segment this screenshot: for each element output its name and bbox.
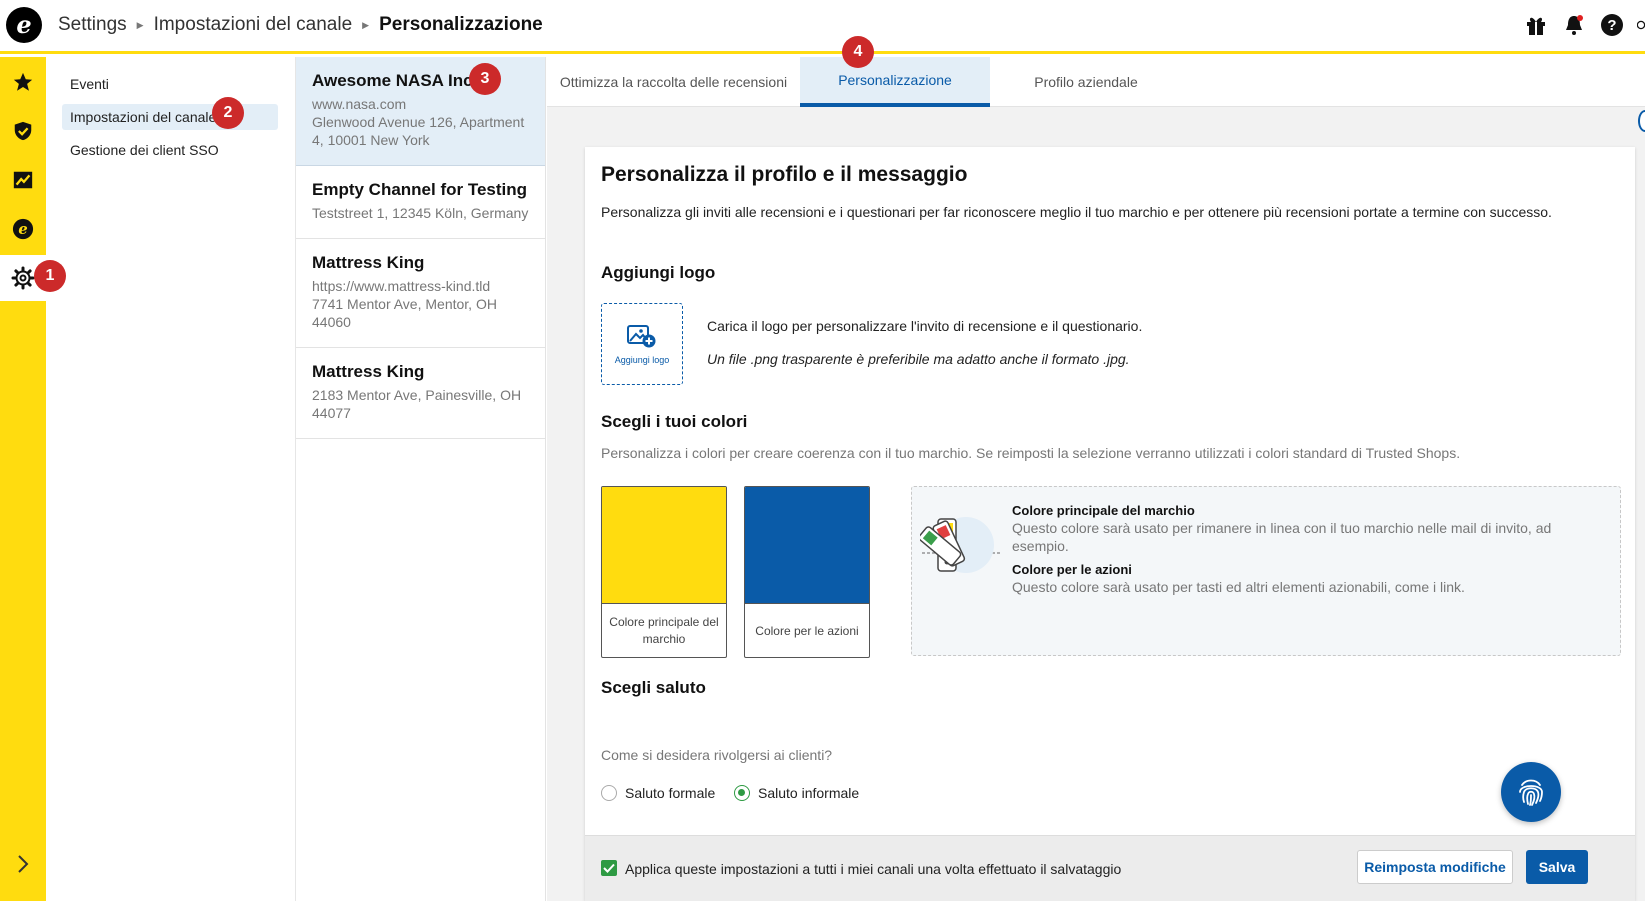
add-logo-button-label: Aggiungi logo xyxy=(614,355,670,365)
gift-icon[interactable] xyxy=(1523,12,1549,38)
breadcrumb-settings[interactable]: Settings xyxy=(58,14,127,36)
rail-expand-button[interactable] xyxy=(8,849,38,879)
fingerprint-icon xyxy=(1519,779,1543,806)
help-icon[interactable]: ? xyxy=(1599,12,1625,38)
bell-icon[interactable] xyxy=(1561,12,1587,38)
step-badge-1: 1 xyxy=(34,260,66,292)
gear-icon xyxy=(11,266,35,290)
nav-item-sso-clients[interactable]: Gestione dei client SSO xyxy=(62,137,278,163)
colors-info-box: Colore principale del marchio Questo col… xyxy=(911,486,1621,656)
breadcrumb: Settings ▶ Impostazioni del canale ▶ Per… xyxy=(58,14,543,36)
top-actions: ? xyxy=(1523,12,1645,38)
brand-color-swatch xyxy=(602,487,726,604)
edge-control[interactable] xyxy=(1638,110,1645,132)
e-icon: e xyxy=(12,218,34,240)
etrusted-logo[interactable]: e xyxy=(6,7,42,43)
logo-upload-hint: Un file .png trasparente è preferibile m… xyxy=(707,351,1130,367)
action-color-picker[interactable]: Colore per le azioni xyxy=(744,486,870,658)
apply-all-checkbox[interactable] xyxy=(601,860,617,876)
apply-all-label[interactable]: Applica queste impostazioni a tutti i mi… xyxy=(625,861,1121,877)
breadcrumb-channel-settings[interactable]: Impostazioni del canale xyxy=(154,14,353,36)
channel-address: 44060 xyxy=(312,314,351,330)
channel-address: 2183 Mentor Ave, Painesville, OH xyxy=(312,387,522,403)
save-bar: Applica queste impostazioni a tutti i mi… xyxy=(585,835,1635,901)
brand-color-info-text: Questo colore sarà usato per rimanere in… xyxy=(1012,520,1552,554)
breadcrumb-current: Personalizzazione xyxy=(379,14,543,35)
star-icon xyxy=(13,72,33,91)
fingerprint-widget-button[interactable] xyxy=(1501,762,1561,822)
brand-color-label: Colore principale del marchio xyxy=(609,615,719,646)
check-icon xyxy=(603,863,615,873)
nav-item-eventi[interactable]: Eventi xyxy=(62,71,278,97)
reset-changes-button[interactable]: Reimposta modifiche xyxy=(1357,850,1513,884)
save-button[interactable]: Salva xyxy=(1526,850,1588,884)
brand-color-info-heading: Colore principale del marchio xyxy=(1012,503,1195,518)
step-badge-2: 2 xyxy=(212,97,244,129)
shield-check-icon xyxy=(14,121,32,141)
step-badge-4: 4 xyxy=(842,36,874,68)
greeting-informal-label: Saluto informale xyxy=(758,785,860,801)
greeting-question: Come si desidera rivolgersi ai clienti? xyxy=(601,747,833,763)
tab-personalization[interactable]: Personalizzazione xyxy=(800,57,990,107)
channel-name: Mattress King xyxy=(312,253,425,272)
settings-nav: Eventi Impostazioni del canale Gestione … xyxy=(46,57,296,901)
channel-item[interactable]: Awesome NASA Inc. www.nasa.com Glenwood … xyxy=(296,57,545,166)
tab-optimize-reviews[interactable]: Ottimizza la raccolta delle recensioni xyxy=(547,57,800,107)
greeting-section-title: Scegli saluto xyxy=(601,678,706,697)
chart-icon xyxy=(13,171,33,189)
action-color-swatch xyxy=(745,487,869,604)
channel-item[interactable]: Mattress King https://www.mattress-kind.… xyxy=(296,239,545,348)
channel-item[interactable]: Mattress King 2183 Mentor Ave, Painesvil… xyxy=(296,348,545,439)
channel-url: https://www.mattress-kind.tld xyxy=(312,278,491,294)
breadcrumb-separator-icon: ▶ xyxy=(136,19,144,30)
greeting-informal-option[interactable]: Saluto informale xyxy=(734,785,859,801)
channel-address: Teststreet 1, 12345 Köln, Germany xyxy=(312,205,529,221)
rail-insights[interactable] xyxy=(0,157,46,203)
nav-item-channel-settings[interactable]: Impostazioni del canale xyxy=(62,104,278,130)
channel-url: www.nasa.com xyxy=(312,96,407,112)
rail-reviews[interactable] xyxy=(0,59,46,105)
rail-trustmark[interactable] xyxy=(0,108,46,154)
page-intro: Personalizza gli inviti alle recensioni … xyxy=(601,204,1552,220)
action-color-info-text: Questo colore sarà usato per tasti ed al… xyxy=(1012,579,1465,595)
greeting-formal-label: Saluto formale xyxy=(625,785,716,801)
svg-text:?: ? xyxy=(1607,17,1616,34)
breadcrumb-separator-icon: ▶ xyxy=(362,19,370,30)
greeting-formal-option[interactable]: Saluto formale xyxy=(601,785,715,801)
greeting-formal-radio[interactable] xyxy=(601,785,617,801)
tab-company-profile[interactable]: Profilo aziendale xyxy=(990,57,1182,107)
personalization-card: Personalizza il profilo e il messaggio P… xyxy=(585,147,1635,901)
colors-section-title: Scegli i tuoi colori xyxy=(601,412,748,431)
brand-color-picker[interactable]: Colore principale del marchio xyxy=(601,486,727,658)
channel-name: Mattress King xyxy=(312,362,425,381)
rail-etrusted[interactable]: e xyxy=(0,206,46,252)
add-logo-button[interactable]: Aggiungi logo xyxy=(601,303,683,385)
logo-section-title: Aggiungi logo xyxy=(601,263,716,282)
colors-description: Personalizza i colori per creare coerenz… xyxy=(601,445,1461,461)
avatar[interactable] xyxy=(1637,12,1645,38)
channel-address: Glenwood Avenue 126, Apartment xyxy=(312,114,525,130)
channel-name: Empty Channel for Testing xyxy=(312,180,528,199)
channel-address: 7741 Mentor Ave, Mentor, OH xyxy=(312,296,497,312)
main-content: Personalizza il profilo e il messaggio P… xyxy=(547,107,1645,901)
color-palette-icon xyxy=(920,517,1002,573)
action-color-label: Colore per le azioni xyxy=(755,623,859,638)
top-bar: e Settings ▶ Impostazioni del canale ▶ P… xyxy=(0,0,1645,54)
image-plus-icon xyxy=(627,325,656,348)
channel-list: Awesome NASA Inc. www.nasa.com Glenwood … xyxy=(296,57,546,901)
tab-bar: Ottimizza la raccolta delle recensioni P… xyxy=(547,57,1645,107)
channel-item[interactable]: Empty Channel for Testing Teststreet 1, … xyxy=(296,166,545,239)
page-title: Personalizza il profilo e il messaggio xyxy=(601,163,968,186)
action-color-info-heading: Colore per le azioni xyxy=(1012,562,1132,577)
greeting-informal-radio[interactable] xyxy=(734,785,750,801)
logo-upload-text: Carica il logo per personalizzare l'invi… xyxy=(707,318,1143,334)
channel-address: 44077 xyxy=(312,405,351,421)
app-rail: e xyxy=(0,57,46,901)
svg-text:e: e xyxy=(18,221,27,238)
chevron-right-icon xyxy=(18,855,29,873)
channel-address: 4, 10001 New York xyxy=(312,132,430,148)
step-badge-3: 3 xyxy=(469,63,501,95)
